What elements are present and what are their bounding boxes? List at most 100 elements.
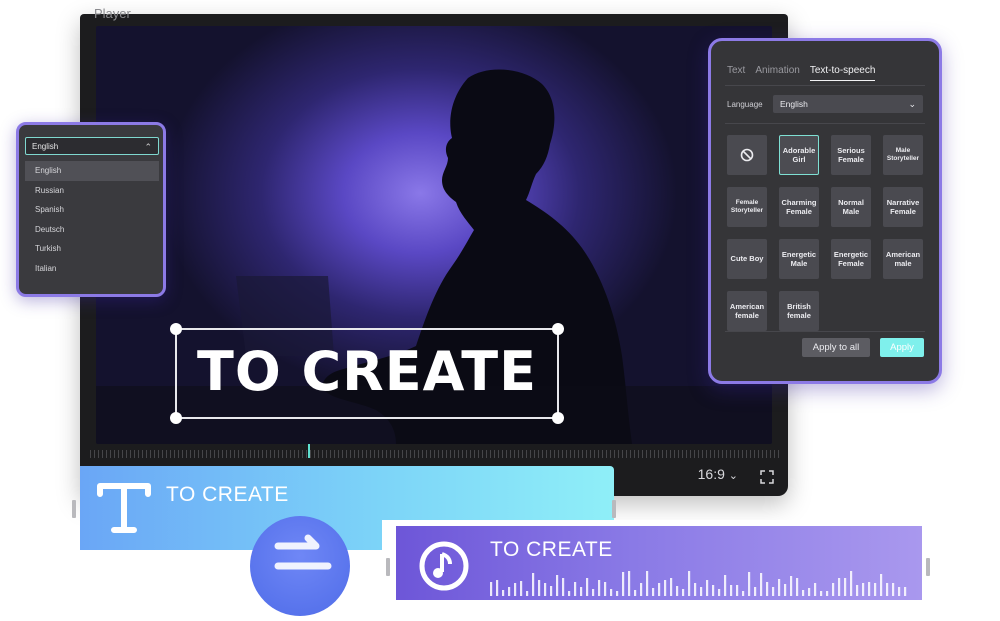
voice-option-american-female[interactable]: American female — [727, 291, 767, 331]
voice-label-line: female — [735, 311, 759, 320]
voice-option-british-female[interactable]: British female — [779, 291, 819, 331]
waveform-bar — [754, 587, 757, 596]
clip-trim-handle-right[interactable] — [612, 500, 616, 518]
language-option-spanish[interactable]: Spanish — [25, 200, 159, 220]
waveform-bar — [592, 589, 595, 596]
tts-language-select[interactable]: English ⌄ — [773, 95, 923, 113]
waveform-bar — [664, 580, 667, 596]
voice-option-narrative-female[interactable]: Narrative Female — [883, 187, 923, 227]
voice-label-line: Storyteller — [730, 207, 764, 214]
waveform-bar — [682, 589, 685, 596]
waveform-bar — [706, 580, 709, 596]
waveform-bar — [622, 572, 625, 596]
voice-option-adorable-girl[interactable]: Adorable Girl — [779, 135, 819, 175]
clip-trim-handle-left[interactable] — [386, 558, 390, 576]
voice-option-serious-female[interactable]: Serious Female — [831, 135, 871, 175]
voice-none-button[interactable] — [727, 135, 767, 175]
voice-label: Energetic Male — [782, 250, 816, 269]
waveform-bar — [628, 571, 631, 596]
tab-text[interactable]: Text — [727, 65, 745, 81]
waveform-bar — [880, 574, 883, 596]
audio-clip[interactable]: TO CREATE — [396, 526, 922, 600]
language-option-deutsch[interactable]: Deutsch — [25, 220, 159, 240]
waveform-bar — [808, 588, 811, 596]
voice-label-line: Girl — [792, 155, 806, 164]
playhead[interactable] — [308, 444, 310, 458]
voice-label-line: Female — [735, 198, 759, 206]
waveform-bar — [742, 591, 745, 596]
waveform-bar — [748, 572, 751, 596]
voice-option-cute-boy[interactable]: Cute Boy — [727, 239, 767, 279]
waveform-bar — [574, 582, 577, 596]
divider — [725, 85, 925, 86]
waveform-bar — [856, 585, 859, 596]
chevron-down-icon: ⌄ — [728, 470, 738, 482]
voice-label: Normal Male — [838, 198, 864, 217]
voice-option-female-storyteller[interactable]: Female Storyteller — [727, 187, 767, 227]
clip-trim-handle-left[interactable] — [72, 500, 76, 518]
waveform-bar — [838, 578, 841, 596]
language-option-italian[interactable]: Italian — [25, 259, 159, 279]
language-option-english[interactable]: English — [25, 161, 159, 181]
resize-handle-tr[interactable] — [552, 323, 564, 335]
waveform-bar — [598, 580, 601, 596]
waveform-bar — [502, 590, 505, 596]
waveform-bar — [610, 589, 613, 596]
voice-option-male-storyteller[interactable]: Male Storyteller — [883, 135, 923, 175]
text-overlay-label: TO CREATE — [197, 340, 537, 403]
player-progress-ticks[interactable] — [90, 450, 780, 458]
resize-handle-tl[interactable] — [170, 323, 182, 335]
voice-label-line: Energetic — [781, 249, 817, 259]
waveform-bar — [862, 583, 865, 596]
voice-option-charming-female[interactable]: Charming Female — [779, 187, 819, 227]
language-option-russian[interactable]: Russian — [25, 181, 159, 201]
language-select[interactable]: English ⌃ — [25, 137, 159, 155]
voice-label: Female Storyteller — [731, 199, 763, 215]
voice-label-line: American — [885, 249, 921, 259]
apply-to-all-button[interactable]: Apply to all — [802, 338, 870, 357]
aspect-ratio-button[interactable]: 16:9 ⌄ — [698, 466, 738, 482]
resize-handle-br[interactable] — [552, 412, 564, 424]
clip-trim-handle-right[interactable] — [926, 558, 930, 576]
waveform-bar — [802, 590, 805, 596]
voice-label: Male Storyteller — [887, 147, 919, 163]
voice-label-line: Male — [790, 259, 808, 268]
voice-label-line: Storyteller — [886, 155, 920, 162]
waveform-bar — [526, 591, 529, 596]
fullscreen-icon[interactable] — [760, 470, 774, 484]
waveform-bar — [532, 573, 535, 596]
language-option-turkish[interactable]: Turkish — [25, 239, 159, 259]
voice-option-normal-male[interactable]: Normal Male — [831, 187, 871, 227]
waveform-bar — [508, 587, 511, 596]
tab-animation[interactable]: Animation — [755, 65, 799, 81]
player-window: Player TO CREATE 16:9 ⌄ — [80, 6, 788, 496]
text-clip-label: TO CREATE — [166, 483, 289, 506]
text-t-icon — [97, 483, 151, 533]
voice-label-line: Narrative — [886, 197, 920, 207]
tab-text-to-speech[interactable]: Text-to-speech — [809, 65, 876, 81]
apply-button[interactable]: Apply — [880, 338, 924, 357]
voice-label-line: American — [729, 301, 765, 311]
waveform-bar — [646, 571, 649, 596]
tts-language-value: English — [780, 99, 808, 109]
voice-option-energetic-female[interactable]: Energetic Female — [831, 239, 871, 279]
waveform-bar — [772, 587, 775, 596]
waveform-bar — [796, 578, 799, 596]
waveform-bar — [616, 591, 619, 596]
waveform-bar — [778, 579, 781, 596]
waveform-bar — [496, 580, 499, 596]
waveform-bar — [868, 582, 871, 596]
waveform-bar — [652, 588, 655, 596]
voice-label-line: male — [894, 259, 912, 268]
waveform-bar — [676, 586, 679, 596]
voice-option-energetic-male[interactable]: Energetic Male — [779, 239, 819, 279]
voice-option-american-male[interactable]: American male — [883, 239, 923, 279]
resize-handle-bl[interactable] — [170, 412, 182, 424]
video-preview[interactable]: TO CREATE — [96, 26, 772, 444]
text-overlay-box[interactable]: TO CREATE — [170, 323, 564, 424]
voice-label: Narrative Female — [887, 198, 920, 217]
voice-label-line: Charming — [781, 197, 817, 207]
voice-label-line: Normal — [838, 197, 864, 207]
voice-label-line: Cute Boy — [730, 254, 764, 264]
voice-label: British female — [787, 302, 811, 321]
